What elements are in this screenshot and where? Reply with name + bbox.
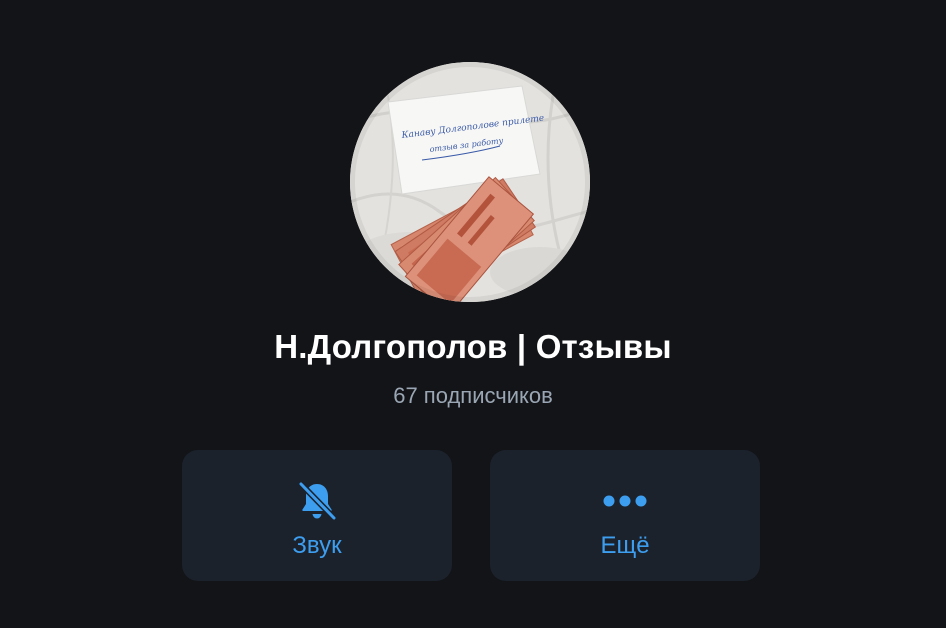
ellipsis-icon — [490, 478, 760, 524]
bell-muted-icon — [182, 478, 452, 524]
more-button-label: Ещё — [600, 532, 650, 559]
sound-button-label: Звук — [292, 532, 342, 559]
channel-profile: Канаву Долгополове прилете отзыв за рабо… — [0, 0, 946, 628]
channel-title: Н.Долгополов | Отзывы — [274, 328, 672, 365]
more-button[interactable]: Ещё — [490, 450, 760, 581]
subscriber-count: 67 подписчиков — [393, 383, 553, 408]
sound-button[interactable]: Звук — [182, 450, 452, 581]
channel-avatar[interactable]: Канаву Долгополове прилете отзыв за рабо… — [350, 62, 590, 302]
avatar-photo: Канаву Долгополове прилете отзыв за рабо… — [350, 62, 590, 302]
